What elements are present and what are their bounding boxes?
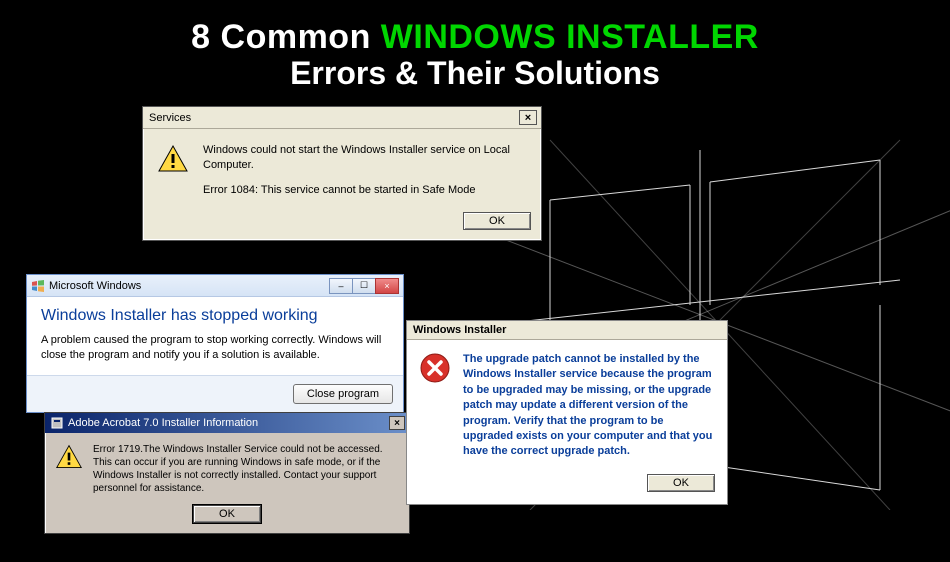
dialog-upgrade-patch: Windows Installer The upgrade patch cann… <box>406 320 728 505</box>
ok-button[interactable]: OK <box>463 212 531 230</box>
dialog-stopped-working: Microsoft Windows – ☐ × Windows Installe… <box>26 274 404 413</box>
titlebar-text: Services <box>149 112 191 124</box>
ok-button[interactable]: OK <box>647 474 715 492</box>
minimize-button[interactable]: – <box>329 278 353 294</box>
installer-icon <box>51 417 63 429</box>
close-button[interactable]: × <box>519 110 537 125</box>
title-highlight: WINDOWS INSTALLER <box>381 18 759 56</box>
windows-flag-icon <box>31 279 45 293</box>
page-title: 8 Common WINDOWS INSTALLER Errors & Thei… <box>0 18 950 92</box>
title-subtitle: Errors & Their Solutions <box>0 55 950 92</box>
titlebar[interactable]: Microsoft Windows – ☐ × <box>27 275 403 297</box>
ok-button[interactable]: OK <box>193 505 261 523</box>
dialog-header: Windows Installer has stopped working <box>27 297 403 331</box>
error-icon <box>419 352 451 384</box>
title-prefix: 8 Common <box>191 18 381 56</box>
close-program-button[interactable]: Close program <box>293 384 393 404</box>
warning-icon <box>157 143 189 175</box>
close-button[interactable]: × <box>375 278 399 294</box>
warning-icon <box>55 443 83 471</box>
message: The upgrade patch cannot be installed by… <box>463 352 713 460</box>
dialog-desc: A problem caused the program to stop wor… <box>27 331 403 375</box>
titlebar-text: Adobe Acrobat 7.0 Installer Information <box>68 417 258 429</box>
message-line1: Windows could not start the Windows Inst… <box>203 144 510 171</box>
message: Error 1719.The Windows Installer Service… <box>93 443 399 495</box>
titlebar-text: Microsoft Windows <box>49 280 141 292</box>
titlebar-text[interactable]: Windows Installer <box>407 321 727 340</box>
dialog-adobe-1719: Adobe Acrobat 7.0 Installer Information … <box>44 412 410 534</box>
titlebar[interactable]: Adobe Acrobat 7.0 Installer Information … <box>45 413 409 433</box>
dialog-services: Services × Windows could not start the W… <box>142 106 542 241</box>
close-button[interactable]: × <box>389 416 405 430</box>
maximize-button[interactable]: ☐ <box>352 278 376 294</box>
message-line2: Error 1084: This service cannot be start… <box>203 183 529 198</box>
titlebar[interactable]: Services × <box>143 107 541 129</box>
